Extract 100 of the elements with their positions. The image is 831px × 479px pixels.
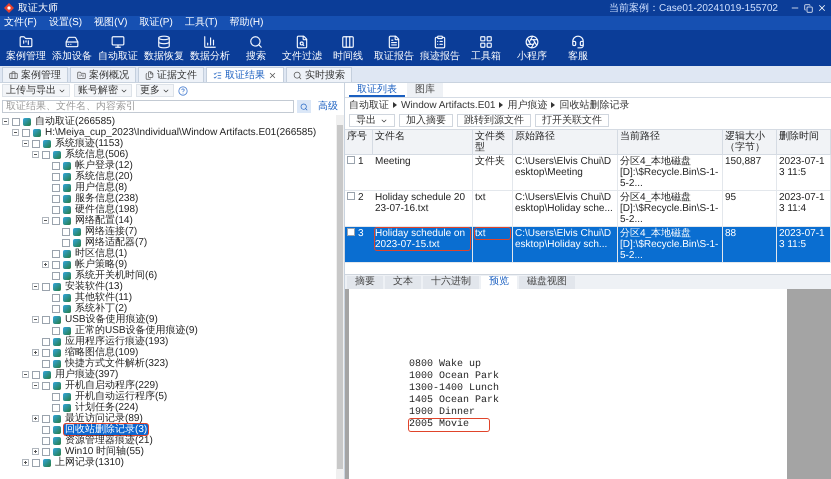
menu-item[interactable]: 设置(S) xyxy=(48,17,82,29)
tree-item[interactable]: 其他软件(11) xyxy=(74,292,134,303)
checkbox[interactable] xyxy=(52,260,60,268)
tab[interactable]: 案例管理 xyxy=(2,67,68,82)
restore-icon[interactable] xyxy=(804,4,813,12)
tab[interactable]: 十六进制 xyxy=(423,276,479,289)
tree-item[interactable]: 网络适配器(7) xyxy=(84,237,148,248)
toolbar-button[interactable]: 客服 xyxy=(556,31,600,65)
collapse-icon[interactable] xyxy=(32,151,39,158)
column-header[interactable]: 逻辑大小（字节） xyxy=(723,130,777,154)
checkbox[interactable] xyxy=(12,118,20,126)
column-header[interactable]: 原始路径 xyxy=(513,130,618,154)
tab[interactable]: 磁盘视图 xyxy=(519,276,575,289)
action-button[interactable]: 打开关联文件 xyxy=(535,114,609,127)
collapse-icon[interactable] xyxy=(32,316,39,323)
tab[interactable]: 文本 xyxy=(385,276,421,289)
tree-item[interactable]: 用户信息(8) xyxy=(74,182,128,193)
tree-item[interactable]: H:\Meiya_cup_2023\Individual\Window Artifacts.E01(266585) xyxy=(44,127,318,138)
checkbox[interactable] xyxy=(32,370,40,378)
collapse-icon[interactable] xyxy=(42,217,49,224)
tab[interactable]: 图库 xyxy=(407,83,443,97)
checkbox[interactable] xyxy=(42,348,50,356)
tree-item[interactable]: 系统信息(506) xyxy=(64,149,130,160)
toolbar-button[interactable]: 文件过滤 xyxy=(280,31,324,65)
tab[interactable]: 取证结果 xyxy=(206,67,284,82)
menu-item[interactable]: 工具(T) xyxy=(184,17,218,29)
tree-item[interactable]: 用户痕迹(397) xyxy=(54,369,120,380)
column-header[interactable]: 文件名 xyxy=(373,130,473,154)
checkbox[interactable] xyxy=(347,192,355,200)
tab[interactable]: 摘要 xyxy=(347,276,383,289)
breadcrumb-item[interactable]: Window Artifacts.E01 xyxy=(401,100,496,110)
dropdown-button[interactable]: 更多 xyxy=(136,84,174,97)
help-icon[interactable] xyxy=(178,86,188,96)
menu-item[interactable]: 取证(P) xyxy=(139,17,173,29)
advanced-search-link[interactable]: 高级 xyxy=(318,99,338,114)
toolbar-button[interactable]: 取证报告 xyxy=(372,31,416,65)
tree-item[interactable]: USB设备使用痕迹(9) xyxy=(64,314,159,325)
action-button[interactable]: 加入摘要 xyxy=(399,114,453,127)
checkbox[interactable] xyxy=(62,238,70,246)
checkbox[interactable] xyxy=(42,360,50,368)
checkbox[interactable] xyxy=(42,150,50,158)
tree-item[interactable]: 快捷方式文件解析(323) xyxy=(64,358,170,369)
tab[interactable]: 实时搜索 xyxy=(286,67,352,82)
table-row[interactable]: 1 Meeting 文件夹 C:\Users\Elvis Chui\Desktop\Meeting 分区4_本地磁盘[D]:\$Recycle.Bin\S-1-5-2... 150,887 2023-07-13 11:5 xyxy=(345,155,831,191)
checkbox[interactable] xyxy=(52,194,60,202)
dropdown-button[interactable]: 上传与导出 xyxy=(2,84,70,97)
collapse-icon[interactable] xyxy=(32,283,39,290)
checkbox[interactable] xyxy=(42,436,50,444)
menu-item[interactable]: 视图(V) xyxy=(94,17,128,29)
menu-item[interactable]: 帮助(H) xyxy=(230,17,264,29)
column-header[interactable]: 文件类型 xyxy=(473,130,513,154)
tree-item[interactable]: 应用程序运行痕迹(193) xyxy=(64,336,170,347)
checkbox[interactable] xyxy=(52,184,60,192)
checkbox[interactable] xyxy=(52,392,60,400)
tree-item[interactable]: 回收站删除记录(3) xyxy=(64,424,148,435)
tree-item[interactable]: 网络配置(14) xyxy=(74,215,134,226)
checkbox[interactable] xyxy=(42,316,50,324)
toolbar-button[interactable]: 数据分析 xyxy=(188,31,232,65)
checkbox[interactable] xyxy=(42,448,50,456)
action-button[interactable]: 跳转到源文件 xyxy=(457,114,531,127)
checkbox[interactable] xyxy=(62,228,70,236)
toolbar-button[interactable]: 小程序 xyxy=(510,31,554,65)
checkbox[interactable] xyxy=(52,206,60,214)
tab[interactable]: 证据文件 xyxy=(138,67,204,82)
tree-item[interactable]: 缩略图信息(109) xyxy=(64,347,140,358)
search-button[interactable] xyxy=(297,100,311,113)
toolbar-button[interactable]: 工具箱 xyxy=(464,31,508,65)
action-button[interactable]: 导出 xyxy=(349,114,395,127)
tree-item[interactable]: 开机自动运行程序(5) xyxy=(74,391,168,402)
dropdown-button[interactable]: 账号解密 xyxy=(74,84,132,97)
checkbox[interactable] xyxy=(22,128,30,136)
tree-item[interactable]: 上网记录(1310) xyxy=(54,457,125,468)
checkbox[interactable] xyxy=(42,414,50,422)
tree-item[interactable]: 帐户策略(9) xyxy=(74,259,128,270)
collapse-icon[interactable] xyxy=(22,140,29,147)
collapse-icon[interactable] xyxy=(2,118,9,125)
close-icon[interactable] xyxy=(268,70,277,80)
checkbox[interactable] xyxy=(42,338,50,346)
checkbox[interactable] xyxy=(52,162,60,170)
tree-item[interactable]: 硬件信息(198) xyxy=(74,204,140,215)
checkbox[interactable] xyxy=(52,172,60,180)
tree-item[interactable]: 开机自启动程序(229) xyxy=(64,380,160,391)
checkbox[interactable] xyxy=(52,272,60,280)
expand-icon[interactable] xyxy=(32,349,39,356)
tree-item[interactable]: 计划任务(224) xyxy=(74,402,140,413)
checkbox[interactable] xyxy=(52,216,60,224)
toolbar-button[interactable]: 时间线 xyxy=(326,31,370,65)
tab[interactable]: 取证列表 xyxy=(349,83,405,97)
tab[interactable]: 预览 xyxy=(481,276,517,289)
tree-item[interactable]: 系统补丁(2) xyxy=(74,303,128,314)
tree-item[interactable]: 帐户登录(12) xyxy=(74,160,134,171)
breadcrumb-item[interactable]: 回收站删除记录 xyxy=(559,100,630,110)
checkbox[interactable] xyxy=(32,140,40,148)
checkbox[interactable] xyxy=(52,326,60,334)
toolbar-button[interactable]: 案例管理 xyxy=(4,31,48,65)
menu-item[interactable]: 文件(F) xyxy=(4,17,37,29)
toolbar-button[interactable]: 痕迹报告 xyxy=(418,31,462,65)
checkbox[interactable] xyxy=(42,282,50,290)
tree-item[interactable]: 自动取证(266585) xyxy=(34,116,116,127)
expand-icon[interactable] xyxy=(32,448,39,455)
